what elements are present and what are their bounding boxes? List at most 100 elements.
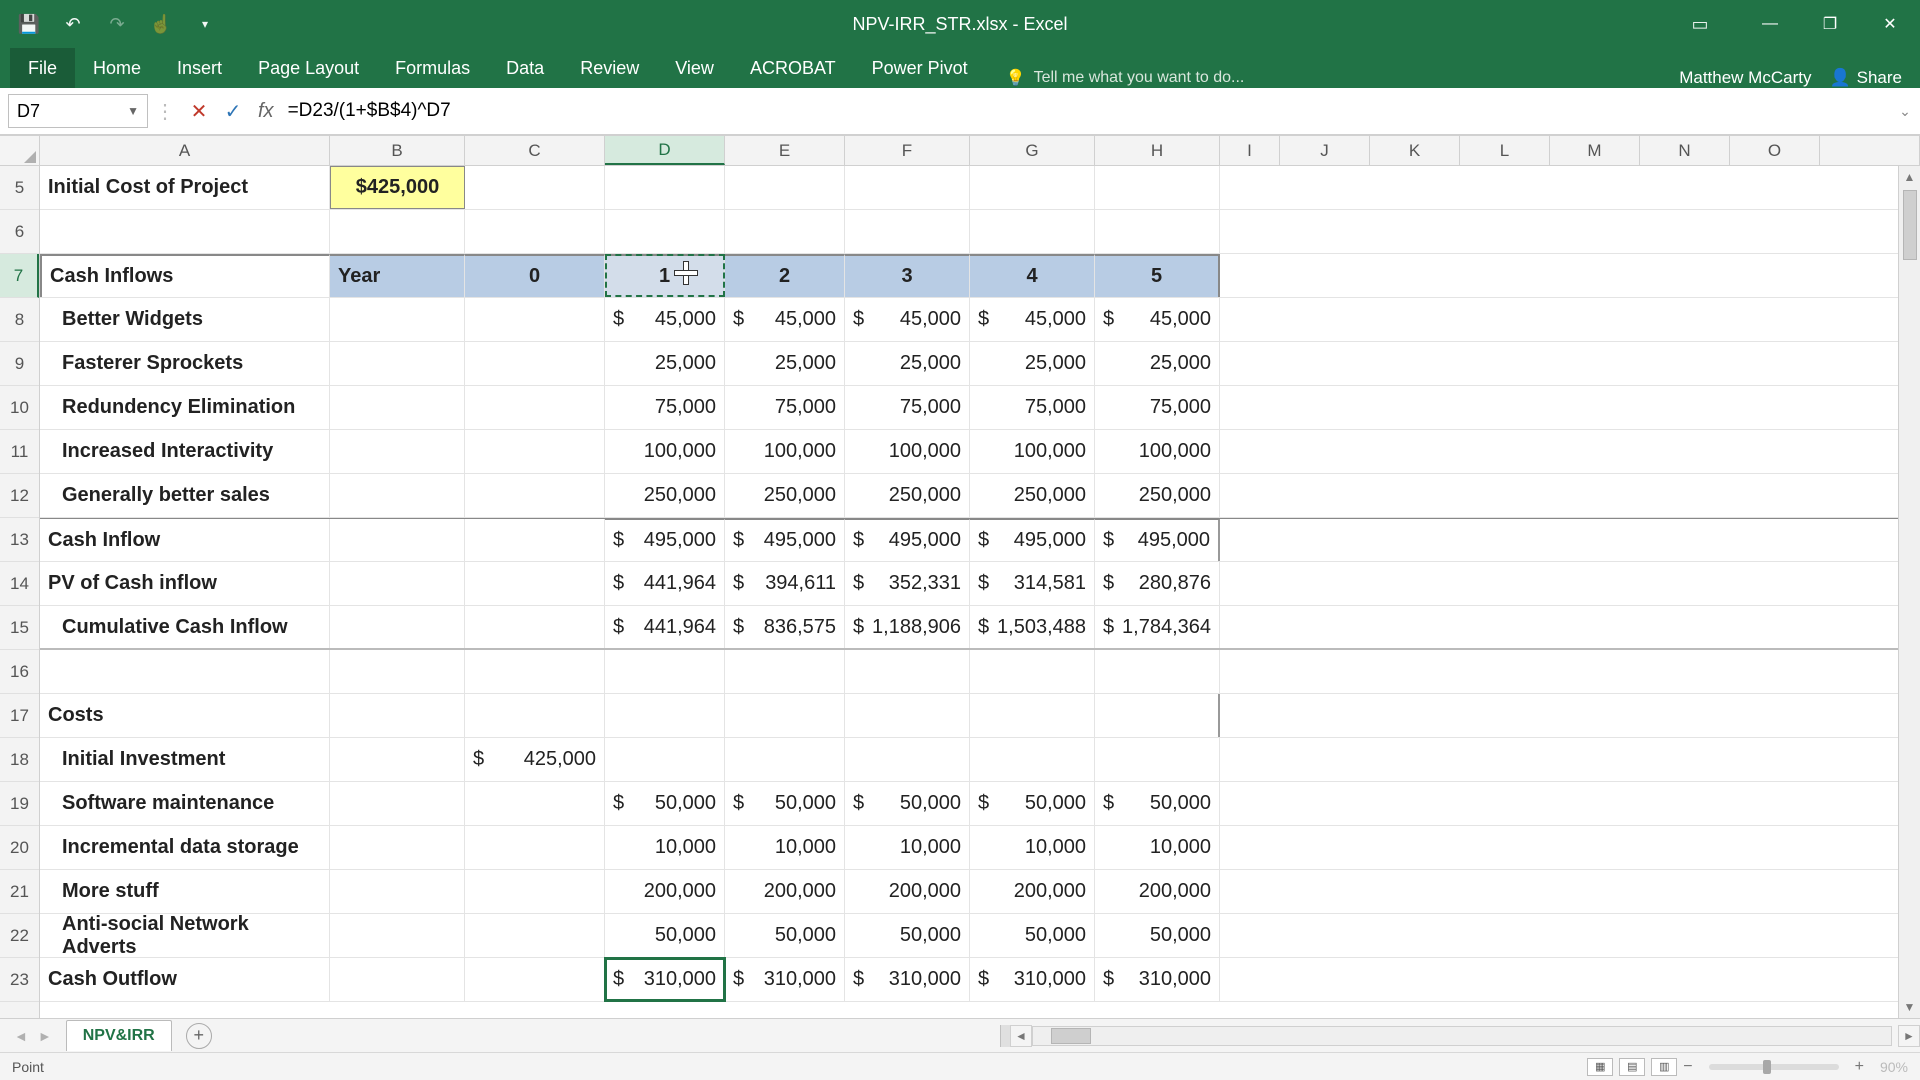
cell[interactable] <box>330 430 465 473</box>
cell[interactable] <box>1095 650 1220 693</box>
pv-G[interactable]: $314,581 <box>970 562 1095 605</box>
formula-input[interactable]: =D23/(1+$B$4)^D7 <box>282 94 1890 128</box>
cash-inflow-H[interactable]: $495,000 <box>1095 519 1220 561</box>
cell[interactable] <box>330 342 465 385</box>
cell[interactable]: 50,000 <box>725 914 845 957</box>
cell[interactable]: 50,000 <box>845 914 970 957</box>
cell[interactable] <box>330 519 465 561</box>
cell[interactable]: 25,000 <box>970 342 1095 385</box>
cell[interactable] <box>845 738 970 781</box>
cell[interactable]: 200,000 <box>1095 870 1220 913</box>
touch-mode-icon[interactable]: ☝ <box>150 13 172 35</box>
costs-label[interactable]: Costs <box>40 694 330 737</box>
row-header-20[interactable]: 20 <box>0 826 39 870</box>
vertical-scrollbar[interactable]: ▲ ▼ <box>1898 166 1920 1018</box>
col-header-D[interactable]: D <box>605 136 725 165</box>
scroll-thumb[interactable] <box>1903 190 1917 260</box>
row-label[interactable]: Anti-social Network Adverts <box>40 914 330 957</box>
cell[interactable]: 100,000 <box>605 430 725 473</box>
cell[interactable] <box>465 606 605 648</box>
cell[interactable] <box>330 606 465 648</box>
col-header-O[interactable]: O <box>1730 136 1820 165</box>
zoom-out-button[interactable]: − <box>1683 1058 1692 1076</box>
cell[interactable] <box>465 826 605 869</box>
cash-outflow-H[interactable]: $310,000 <box>1095 958 1220 1001</box>
cell[interactable] <box>465 782 605 825</box>
cash-inflow-F[interactable]: $495,000 <box>845 519 970 561</box>
minimize-button[interactable]: — <box>1740 0 1800 48</box>
cell[interactable] <box>725 738 845 781</box>
cell[interactable] <box>465 342 605 385</box>
cell[interactable] <box>970 166 1095 209</box>
cell[interactable] <box>465 210 605 253</box>
col-header-C[interactable]: C <box>465 136 605 165</box>
cell[interactable] <box>970 210 1095 253</box>
cash-inflows-label[interactable]: Cash Inflows <box>40 254 330 297</box>
row-header-9[interactable]: 9 <box>0 342 39 386</box>
cell[interactable]: 10,000 <box>1095 826 1220 869</box>
tab-file[interactable]: File <box>10 48 75 88</box>
cell[interactable]: $50,000 <box>1095 782 1220 825</box>
cash-inflow-D[interactable]: $495,000 <box>605 519 725 561</box>
cash-outflow-G[interactable]: $310,000 <box>970 958 1095 1001</box>
year-5[interactable]: 5 <box>1095 254 1220 297</box>
share-button[interactable]: 👤 Share <box>1829 68 1902 88</box>
cell[interactable]: 25,000 <box>1095 342 1220 385</box>
cum-label[interactable]: Cumulative Cash Inflow <box>40 606 330 648</box>
pv-H[interactable]: $280,876 <box>1095 562 1220 605</box>
cash-inflow-total-label[interactable]: Cash Inflow <box>40 519 330 561</box>
save-icon[interactable]: 💾 <box>18 13 40 35</box>
cell[interactable] <box>465 298 605 341</box>
ribbon-display-options-icon[interactable]: ▭ <box>1670 0 1730 48</box>
cell[interactable] <box>465 386 605 429</box>
cell[interactable] <box>465 914 605 957</box>
zoom-percent[interactable]: 90% <box>1880 1059 1908 1075</box>
initial-cost-label[interactable]: Initial Cost of Project <box>40 166 330 209</box>
tab-view[interactable]: View <box>657 48 732 88</box>
row-label[interactable]: More stuff <box>40 870 330 913</box>
cash-outflow-D-active[interactable]: $310,000 <box>605 958 725 1001</box>
cell[interactable]: 25,000 <box>605 342 725 385</box>
cash-inflow-G[interactable]: $495,000 <box>970 519 1095 561</box>
cum-E[interactable]: $836,575 <box>725 606 845 648</box>
cell[interactable]: 75,000 <box>845 386 970 429</box>
close-button[interactable]: ✕ <box>1860 0 1920 48</box>
cell[interactable] <box>330 210 465 253</box>
row-header-10[interactable]: 10 <box>0 386 39 430</box>
col-header-B[interactable]: B <box>330 136 465 165</box>
col-header-K[interactable]: K <box>1370 136 1460 165</box>
cell[interactable]: 50,000 <box>970 914 1095 957</box>
hscroll-thumb[interactable] <box>1051 1028 1091 1044</box>
sheet-nav-arrows[interactable]: ◄► <box>0 1028 66 1044</box>
row-header-14[interactable]: 14 <box>0 562 39 606</box>
cell[interactable]: 100,000 <box>1095 430 1220 473</box>
cell[interactable]: 25,000 <box>845 342 970 385</box>
select-all-button[interactable] <box>0 136 40 165</box>
cell[interactable] <box>465 519 605 561</box>
cell[interactable]: 75,000 <box>1095 386 1220 429</box>
row-header-21[interactable]: 21 <box>0 870 39 914</box>
cell[interactable] <box>465 166 605 209</box>
col-header-M[interactable]: M <box>1550 136 1640 165</box>
row-label[interactable]: Increased Interactivity <box>40 430 330 473</box>
cell[interactable] <box>725 650 845 693</box>
account-name[interactable]: Matthew McCarty <box>1679 68 1811 88</box>
cell[interactable]: $45,000 <box>605 298 725 341</box>
fx-icon[interactable]: fx <box>258 100 274 123</box>
cell[interactable] <box>465 870 605 913</box>
cash-inflow-E[interactable]: $495,000 <box>725 519 845 561</box>
cell[interactable]: $50,000 <box>970 782 1095 825</box>
cell[interactable] <box>970 738 1095 781</box>
page-break-view-icon[interactable]: ▥ <box>1651 1058 1677 1076</box>
hscroll-track[interactable] <box>1032 1026 1892 1046</box>
row-header-18[interactable]: 18 <box>0 738 39 782</box>
scroll-down-icon[interactable]: ▼ <box>1899 996 1920 1018</box>
cell[interactable] <box>605 738 725 781</box>
row-header-15[interactable]: 15 <box>0 606 39 650</box>
cell[interactable] <box>605 694 725 737</box>
cell[interactable] <box>845 694 970 737</box>
cell[interactable]: $45,000 <box>725 298 845 341</box>
year-4[interactable]: 4 <box>970 254 1095 297</box>
cell[interactable]: 200,000 <box>605 870 725 913</box>
cell[interactable] <box>845 166 970 209</box>
